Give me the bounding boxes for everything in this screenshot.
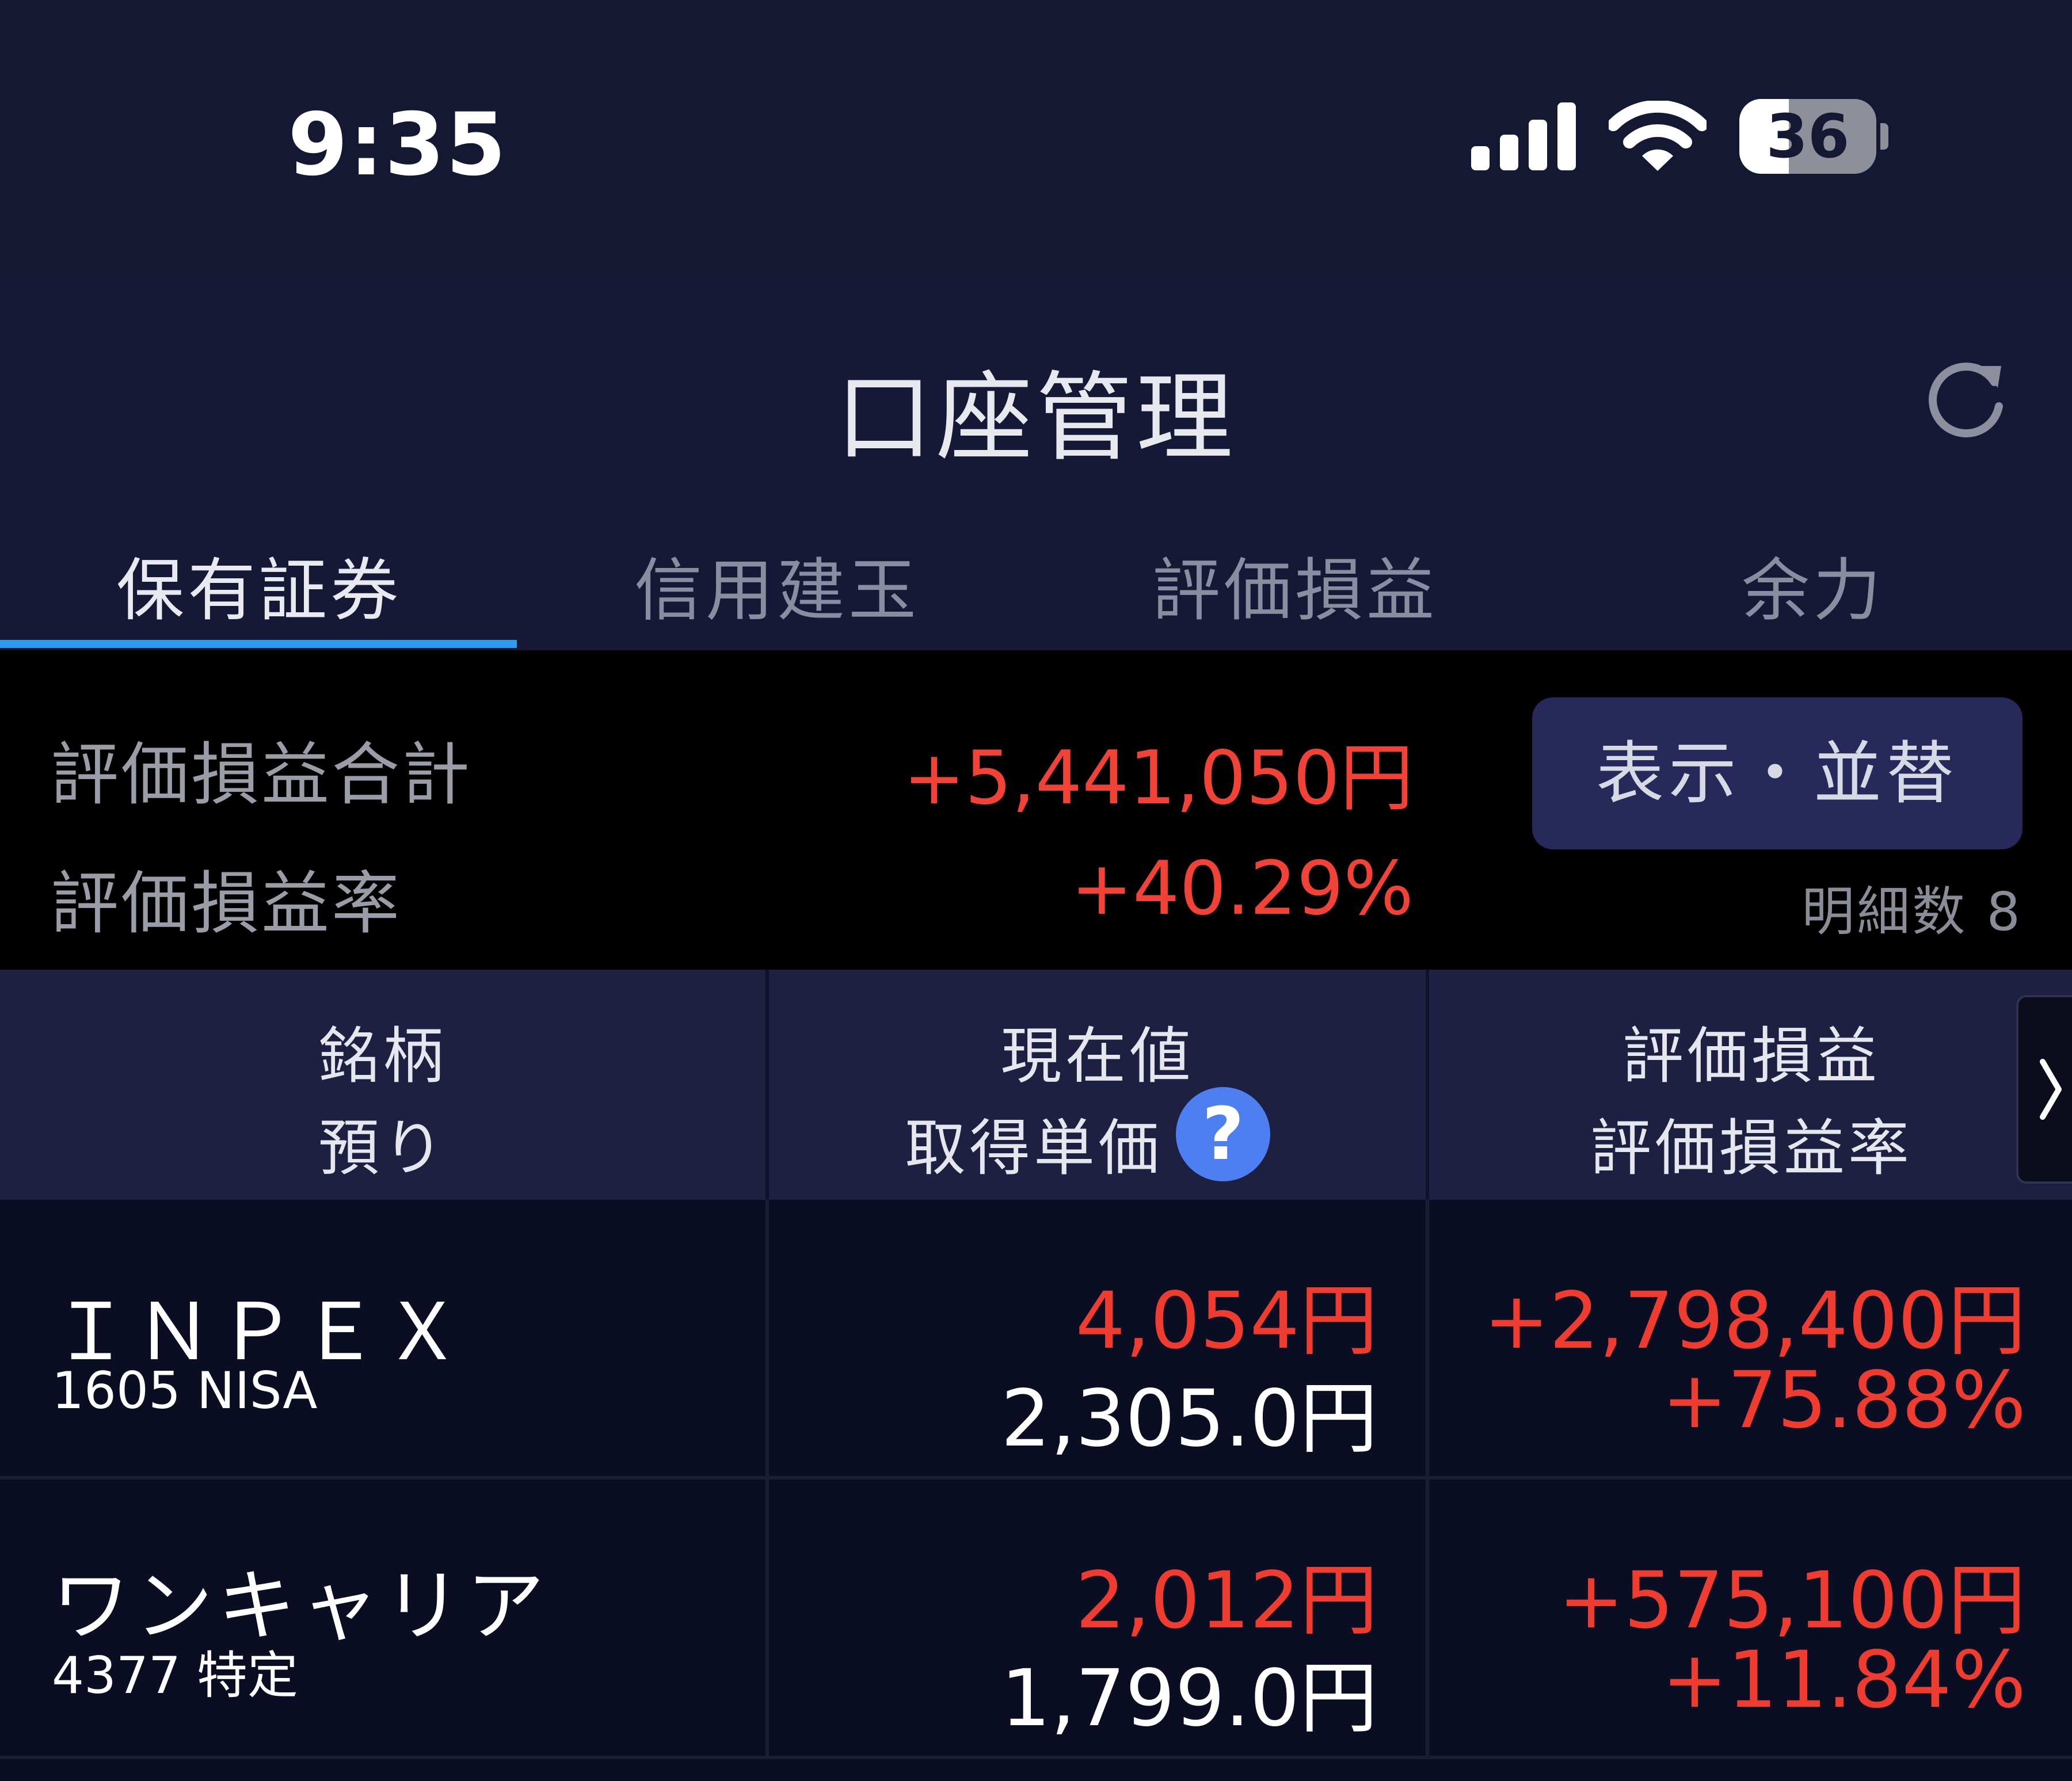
col-header-current-price: 現在値	[1000, 1021, 1194, 1092]
acquisition-price: 2,305.0円	[1000, 1374, 1378, 1465]
tab-buying-power[interactable]: 余力	[1554, 535, 2072, 634]
battery-icon: 36	[1739, 99, 1890, 174]
table-header: 銘柄 預り 現在値 取得単価 ? 評価損益 評価損益率	[0, 970, 2072, 1200]
acquisition-price: 1,799.0円	[1000, 1653, 1378, 1744]
col-header-symbol: 銘柄	[318, 1021, 447, 1092]
table-row[interactable]: ＩＮＰＥＸ 1605 NISA 4,054円 2,305.0円 +2,798,4…	[0, 1200, 2072, 1479]
holding-code-account: 4377 特定	[52, 1646, 298, 1705]
table-row[interactable]: ワンキャリア 4377 特定 2,012円 1,799.0円 +575,100円…	[0, 1479, 2072, 1759]
column-divider	[765, 1200, 769, 1476]
holding-code-account: 1605 NISA	[52, 1361, 318, 1420]
column-divider	[765, 1479, 769, 1756]
pl-rate-value: +40.29%	[1071, 846, 1414, 932]
col-header-pl: 評価損益	[1622, 1021, 1880, 1092]
tab-holdings[interactable]: 保有証券	[0, 535, 518, 634]
battery-level: 36	[1766, 101, 1850, 171]
help-icon[interactable]: ?	[1176, 1087, 1270, 1181]
col-header-acquisition-price: 取得単価	[905, 1113, 1163, 1184]
detail-count: 明細数 8	[1801, 881, 2023, 943]
total-pl-value: +5,441,050円	[903, 735, 1414, 821]
wifi-icon	[1609, 101, 1707, 171]
status-time: 9:35	[288, 95, 508, 195]
scroll-right-button[interactable]	[2016, 995, 2072, 1184]
holding-pl-rate: +75.88%	[1662, 1355, 2026, 1446]
current-price: 4,054円	[1075, 1276, 1378, 1367]
holding-pl: +2,798,400円	[1483, 1276, 2026, 1367]
chevron-right-icon	[2040, 1059, 2062, 1120]
page-title: 口座管理	[836, 361, 1236, 474]
pl-rate-label: 評価損益率	[51, 864, 402, 943]
col-header-account: 預り	[318, 1113, 447, 1184]
col-header-pl-rate: 評価損益率	[1590, 1113, 1913, 1184]
column-divider	[1426, 1479, 1429, 1756]
battery-body: 36	[1739, 99, 1876, 174]
battery-tip	[1880, 123, 1888, 150]
holding-pl: +575,100円	[1558, 1555, 2026, 1646]
active-tab-indicator	[0, 640, 517, 648]
summary-panel: 評価損益合計 +5,441,050円 評価損益率 +40.29% 表示・並替 明…	[0, 650, 2072, 970]
current-price: 2,012円	[1075, 1555, 1378, 1646]
tab-profit-loss[interactable]: 評価損益	[1036, 535, 1554, 634]
status-bar: 9:35 36	[0, 0, 2072, 282]
app-header: 口座管理 保有証券 信用建玉 評価損益 余力	[0, 282, 2072, 650]
cellular-signal-icon	[1471, 102, 1576, 170]
display-sort-button[interactable]: 表示・並替	[1532, 697, 2023, 849]
tab-margin-positions[interactable]: 信用建玉	[518, 535, 1036, 634]
holding-pl-rate: +11.84%	[1662, 1635, 2026, 1726]
column-divider	[1426, 1200, 1429, 1476]
total-pl-label: 評価損益合計	[51, 735, 473, 814]
refresh-icon[interactable]	[1921, 349, 2013, 441]
